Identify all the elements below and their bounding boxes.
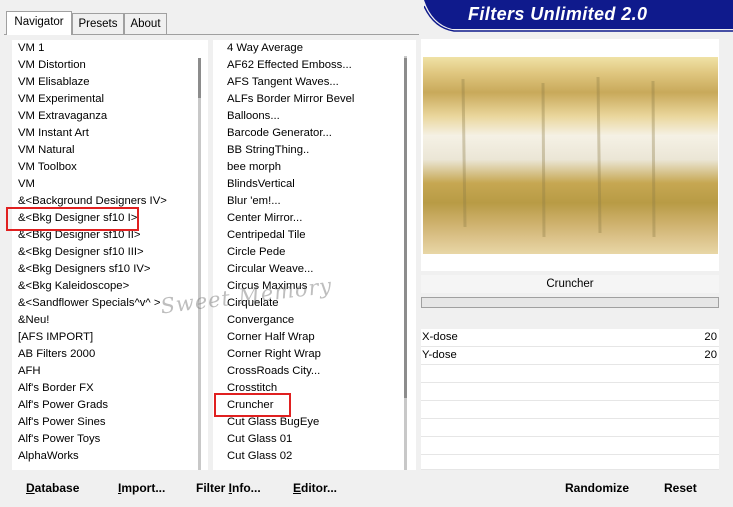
filter-name-bar: Cruncher (421, 275, 719, 293)
tab-about[interactable]: About (124, 13, 167, 34)
filter-scroll-thumb[interactable] (404, 58, 407, 398)
param-value: 20 (704, 349, 717, 361)
category-list-item[interactable]: VM Elisablaze (18, 74, 167, 91)
param-row-empty[interactable] (421, 383, 719, 401)
brand-banner: Filters Unlimited 2.0 (423, 0, 733, 32)
filter-list-item[interactable]: CrossRoads City... (227, 363, 354, 380)
category-list-item[interactable]: AB Filters 2000 (18, 346, 167, 363)
category-scrollbar[interactable] (198, 60, 201, 470)
database-button[interactable]: Database (26, 479, 79, 497)
highlight-filter (214, 393, 291, 417)
database-accel: D (26, 481, 35, 495)
filter-list-item[interactable]: Center Mirror... (227, 210, 354, 227)
filter-list-item[interactable]: AFS Tangent Waves... (227, 74, 354, 91)
category-list-item[interactable]: VM 1 (18, 40, 167, 57)
category-list-item[interactable]: Alf's Power Sines (18, 414, 167, 431)
filter-list-item[interactable]: Cut Glass 01 (227, 431, 354, 448)
category-list-item[interactable]: &<Sandflower Specials^v^ > (18, 295, 167, 312)
editor-label: ditor... (301, 481, 338, 495)
category-list-item[interactable]: VM Experimental (18, 91, 167, 108)
category-list-item[interactable]: AFH (18, 363, 167, 380)
category-list-item[interactable]: VM Toolbox (18, 159, 167, 176)
param-label: X-dose (422, 331, 458, 343)
editor-button[interactable]: Editor... (293, 479, 337, 497)
category-list-item[interactable]: Alf's Power Grads (18, 397, 167, 414)
database-label: atabase (34, 481, 80, 495)
param-row-y-dose[interactable]: Y-dose 20 (421, 347, 719, 365)
category-list-item[interactable]: Alf's Border FX (18, 380, 167, 397)
filter-list-item[interactable]: Circular Weave... (227, 261, 354, 278)
filter-info-button[interactable]: Filter Info... (196, 479, 261, 497)
randomize-button[interactable]: Randomize (565, 479, 629, 497)
filter-list-item[interactable]: BB StringThing.. (227, 142, 354, 159)
category-list-item[interactable]: [AFS IMPORT] (18, 329, 167, 346)
import-label: mport... (121, 481, 166, 495)
editor-accel: E (293, 481, 302, 495)
filter-list-item[interactable]: Barcode Generator... (227, 125, 354, 142)
param-row-empty[interactable] (421, 455, 719, 470)
filter-list-item[interactable]: AF62 Effected Emboss... (227, 57, 354, 74)
filter-name-label: Cruncher (546, 278, 594, 290)
category-list-item[interactable]: VM Instant Art (18, 125, 167, 142)
preview-image (423, 57, 718, 254)
category-list[interactable]: VM 1 VM Distortion VM Elisablaze VM Experim… (12, 40, 208, 470)
category-list-item[interactable]: VM Natural (18, 142, 167, 159)
progress-bar (421, 297, 719, 308)
category-list-item[interactable]: VM Distortion (18, 57, 167, 74)
import-button[interactable]: Import... (118, 479, 165, 497)
category-list-item[interactable]: VM Extravaganza (18, 108, 167, 125)
param-row-x-dose[interactable]: X-dose 20 (421, 329, 719, 347)
param-value: 20 (704, 331, 717, 343)
filter-list-item[interactable]: 4 Way Average (227, 40, 354, 57)
filter-list-item[interactable]: ALFs Border Mirror Bevel (227, 91, 354, 108)
filter-list-item[interactable]: Cut Glass 02 (227, 448, 354, 465)
filter-list-item[interactable]: Circle Pede (227, 244, 354, 261)
param-label: Y-dose (422, 349, 457, 361)
preview-panel (421, 39, 719, 271)
reset-button[interactable]: Reset (664, 479, 697, 497)
param-row-empty[interactable] (421, 401, 719, 419)
category-list-item[interactable]: &<Bkg Designer sf10 III> (18, 244, 167, 261)
tab-navigator[interactable]: Navigator (6, 11, 72, 35)
brand-title: Filters Unlimited 2.0 (468, 4, 648, 24)
filter-list-item[interactable]: BlindsVertical (227, 176, 354, 193)
filter-list-item[interactable]: Corner Right Wrap (227, 346, 354, 363)
filter-list-item[interactable]: bee morph (227, 159, 354, 176)
filter-info-label-pre: Filter (196, 481, 229, 495)
param-row-empty[interactable] (421, 365, 719, 383)
preview-streaks (461, 76, 656, 238)
filter-info-label: nfo... (232, 481, 261, 495)
filter-list-item[interactable]: Corner Half Wrap (227, 329, 354, 346)
category-list-item[interactable]: VM (18, 176, 167, 193)
param-row-empty[interactable] (421, 419, 719, 437)
filter-list-item[interactable]: Convergance (227, 312, 354, 329)
tab-presets[interactable]: Presets (72, 13, 124, 34)
highlight-category (6, 207, 139, 231)
category-list-item[interactable]: AlphaWorks (18, 448, 167, 465)
param-row-empty[interactable] (421, 437, 719, 455)
category-scroll-thumb[interactable] (198, 58, 201, 98)
category-list-item[interactable]: &<Bkg Designers sf10 IV> (18, 261, 167, 278)
filter-list-item[interactable]: Blur 'em!... (227, 193, 354, 210)
filter-list-item[interactable]: Centripedal Tile (227, 227, 354, 244)
filter-list-item[interactable]: Balloons... (227, 108, 354, 125)
category-list-item[interactable]: Alf's Power Toys (18, 431, 167, 448)
category-list-item[interactable]: &Neu! (18, 312, 167, 329)
category-list-item[interactable]: &<Bkg Kaleidoscope> (18, 278, 167, 295)
